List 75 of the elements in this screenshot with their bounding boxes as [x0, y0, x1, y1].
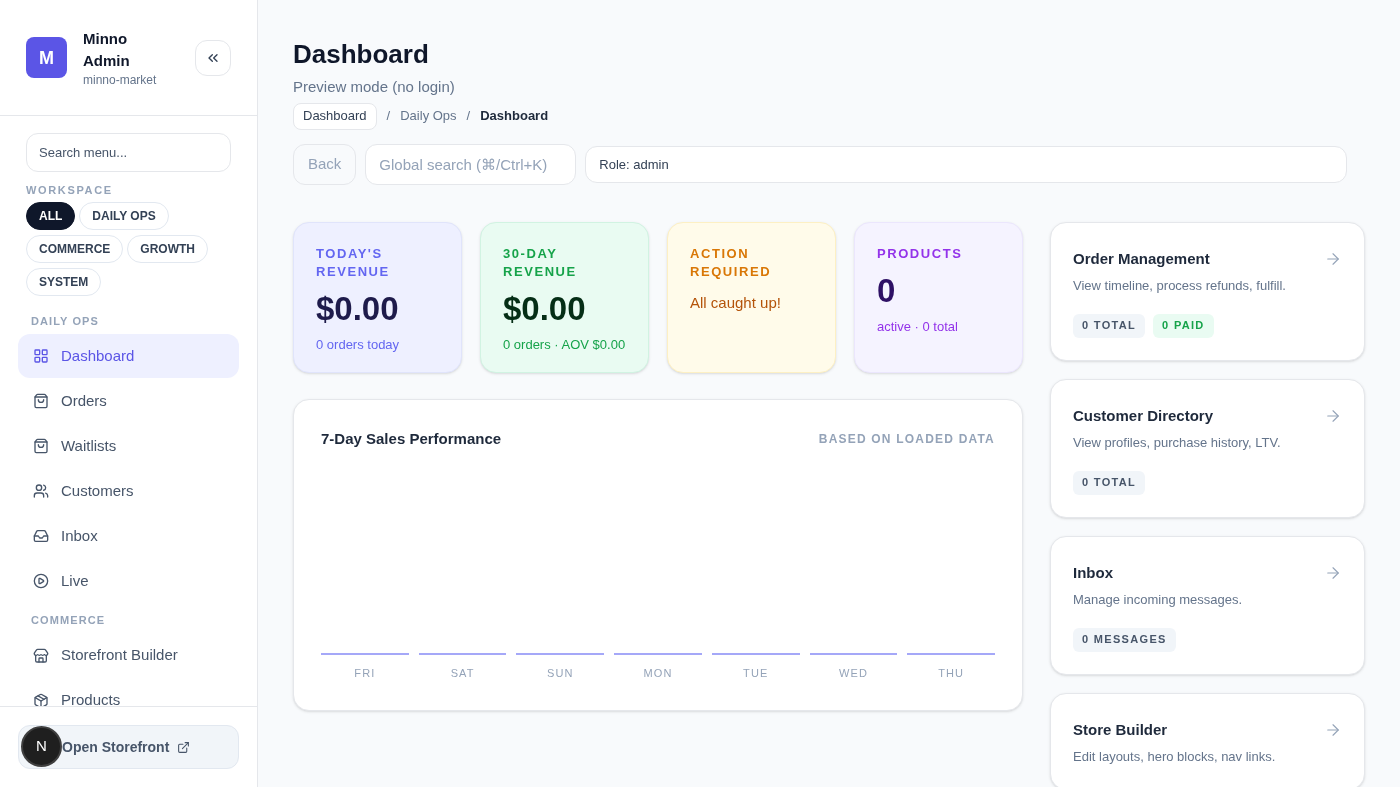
- box-icon: [33, 692, 49, 706]
- search-field[interactable]: Search menu...: [26, 133, 231, 172]
- people-icon: [33, 483, 49, 499]
- day-label: FRI: [354, 666, 376, 681]
- breadcrumb-link[interactable]: Dashboard: [293, 102, 377, 130]
- nav-item[interactable]: Inbox: [18, 514, 239, 558]
- brand-logo: M: [26, 37, 67, 78]
- external-link-icon: [177, 740, 191, 754]
- nav-item[interactable]: Products: [18, 678, 239, 706]
- filter-chip[interactable]: GROWTH: [127, 234, 208, 263]
- nav-item[interactable]: Waitlists: [18, 424, 239, 468]
- filter-chip[interactable]: DAILY OPS: [79, 201, 169, 230]
- nav-item[interactable]: Orders: [18, 379, 239, 423]
- grid-icon: [33, 348, 49, 364]
- stat-label: 30-DAY REVENUE: [503, 244, 578, 281]
- breadcrumb-separator: /: [466, 107, 471, 126]
- play-icon: [33, 573, 49, 589]
- day-label: THU: [938, 666, 965, 681]
- card-description: View timeline, process refunds, fulfill.: [1073, 277, 1287, 295]
- link-card[interactable]: Store Builder Edit layouts, hero blocks, nav links.: [1050, 692, 1365, 787]
- day-label: SUN: [547, 666, 574, 681]
- stat-message: All caught up!: [690, 292, 782, 313]
- stat-note: 0 orders · AOV $0.00: [503, 335, 626, 354]
- section-label: DAILY OPS: [31, 313, 100, 329]
- count-badge: 0 TOTAL: [1073, 470, 1146, 495]
- count-badge: 0 TOTAL: [1073, 313, 1146, 338]
- stat-label: TODAY'S REVENUE: [316, 244, 391, 281]
- chart-note: BASED ON LOADED DATA: [818, 430, 995, 448]
- section-label: WORKSPACE: [26, 183, 114, 198]
- tray-icon: [33, 528, 49, 544]
- filter-chip[interactable]: SYSTEM: [26, 267, 102, 296]
- link-card[interactable]: Customer Directory View profiles, purchase history, LTV. 0 TOTAL: [1050, 378, 1365, 518]
- stat-note: 0 orders today: [316, 335, 401, 354]
- card-title: Order Management: [1073, 248, 1210, 269]
- chart-title: 7-Day Sales Performance: [321, 428, 502, 449]
- nav-item[interactable]: Dashboard: [18, 334, 239, 378]
- global-search-field[interactable]: Global search (⌘/Ctrl+K): [365, 143, 577, 185]
- nav-item[interactable]: Live: [18, 559, 239, 603]
- count-badge: 0 MESSAGES: [1073, 627, 1176, 652]
- nav-item[interactable]: Customers: [18, 469, 239, 513]
- stat-label: ACTION REQUIRED: [690, 244, 773, 281]
- breadcrumb-current: Dashboard: [480, 107, 549, 126]
- card-description: Edit layouts, hero blocks, nav links.: [1073, 748, 1277, 766]
- role-field[interactable]: Role: admin: [585, 145, 1347, 183]
- bag-icon: [33, 438, 49, 454]
- card-description: View profiles, purchase history, LTV.: [1073, 434, 1282, 452]
- bag-icon: [33, 393, 49, 409]
- day-label: MON: [643, 666, 673, 681]
- link-card[interactable]: Inbox Manage incoming messages. 0 MESSAGES: [1050, 535, 1365, 675]
- stat-value: $0.00: [503, 288, 587, 329]
- brand-name: Minno Admin: [83, 28, 131, 71]
- day-label: TUE: [743, 666, 769, 681]
- stat-value: $0.00: [316, 288, 400, 329]
- card-title: Store Builder: [1073, 719, 1168, 740]
- breadcrumb-link[interactable]: Daily Ops: [400, 106, 457, 126]
- card-description: Manage incoming messages.: [1073, 591, 1244, 609]
- collapse-button[interactable]: [195, 39, 231, 76]
- stat-value: 0: [877, 270, 897, 311]
- nav-item[interactable]: Storefront Builder: [18, 633, 239, 678]
- store-icon: [33, 647, 49, 664]
- stat-label: PRODUCTS: [877, 244, 964, 263]
- day-label: SAT: [450, 666, 475, 681]
- day-label: WED: [838, 666, 868, 681]
- count-badge: 0 PAID: [1153, 313, 1214, 338]
- section-label: COMMERCE: [31, 613, 107, 628]
- filter-chip[interactable]: COMMERCE: [26, 234, 124, 263]
- page-subtitle: Preview mode (no login): [293, 77, 456, 97]
- card-title: Customer Directory: [1073, 405, 1214, 426]
- brand-subtitle: minno-market: [83, 71, 158, 88]
- card-title: Inbox: [1073, 562, 1113, 583]
- filter-chip[interactable]: ALL: [26, 201, 76, 230]
- link-card[interactable]: Order Management View timeline, process refunds, fulfill. 0 TOTAL 0 PAID: [1050, 221, 1365, 361]
- breadcrumb-separator: /: [386, 107, 391, 126]
- stat-note: active · 0 total: [877, 317, 959, 336]
- page-title: Dashboard: [293, 38, 430, 70]
